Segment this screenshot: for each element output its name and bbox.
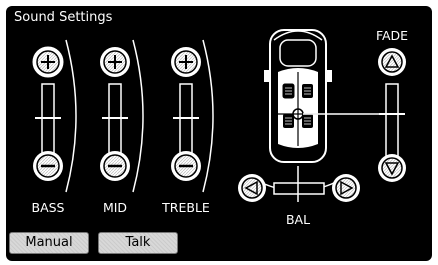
fade-control — [378, 48, 406, 182]
fade-down-button[interactable] — [378, 154, 406, 182]
mid-minus-button[interactable] — [100, 151, 130, 181]
bass-arc — [65, 39, 77, 193]
treble-minus-button[interactable] — [171, 151, 201, 181]
car-top-view-icon[interactable] — [264, 29, 332, 163]
fade-slider-track[interactable] — [385, 83, 399, 165]
fade-label: FADE — [375, 28, 409, 43]
balance-slider-track[interactable] — [273, 182, 325, 195]
treble-label: TREBLE — [162, 200, 210, 215]
mid-plus-button[interactable] — [100, 47, 130, 77]
balance-right-button[interactable] — [332, 174, 360, 202]
balance-left-button[interactable] — [238, 174, 266, 202]
sound-settings-screen: Sound Settings BASS MID TREBLE FADE BAL … — [6, 6, 432, 261]
treble-arc — [202, 39, 214, 193]
bass-minus-button[interactable] — [33, 151, 63, 181]
fade-up-button[interactable] — [378, 48, 406, 76]
balance-label: BAL — [285, 212, 311, 227]
controls-graphic — [32, 29, 406, 202]
balance-control — [238, 166, 360, 202]
mid-label: MID — [102, 200, 128, 215]
bass-plus-button[interactable] — [32, 46, 64, 78]
mid-control — [100, 39, 144, 193]
treble-plus-button[interactable] — [171, 47, 201, 77]
bass-control — [32, 39, 77, 193]
treble-control — [171, 39, 214, 193]
bass-label: BASS — [31, 200, 65, 215]
mid-arc — [132, 39, 144, 193]
talk-button[interactable]: Talk — [98, 232, 178, 254]
manual-button[interactable]: Manual — [9, 232, 89, 254]
